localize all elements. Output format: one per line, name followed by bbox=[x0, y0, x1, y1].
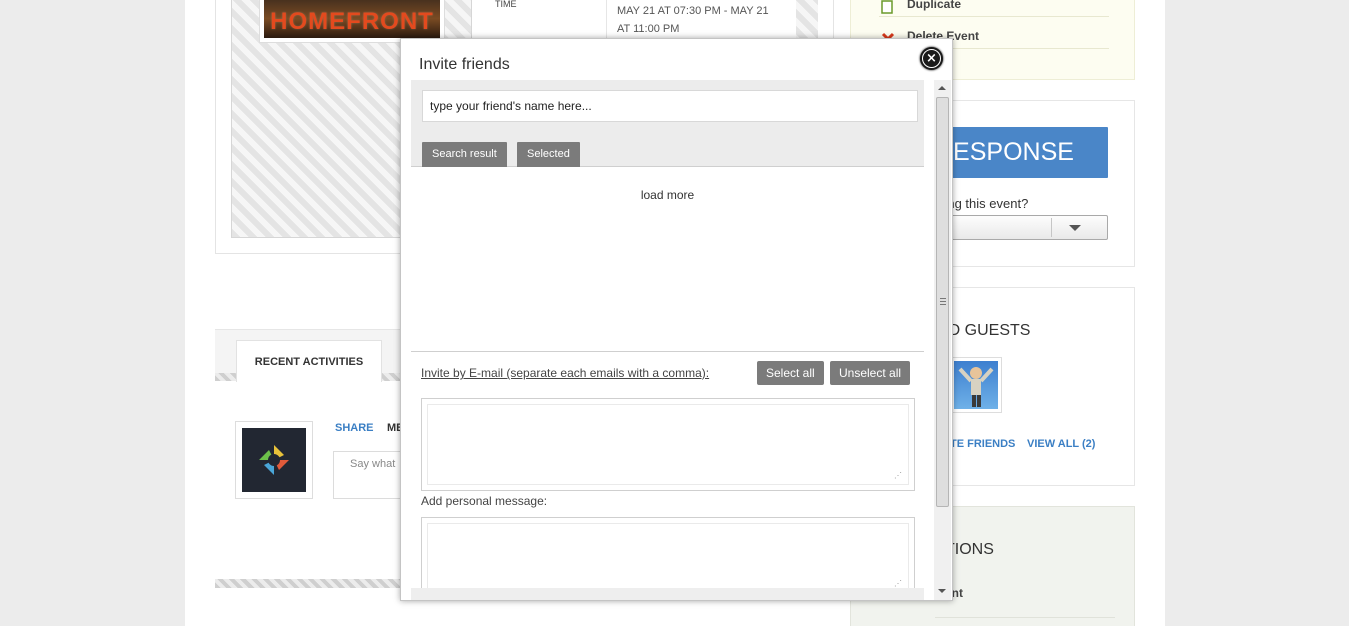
friend-search-panel: Search result Selected bbox=[411, 80, 924, 167]
load-more-link[interactable]: load more bbox=[401, 188, 934, 202]
unselect-all-button[interactable]: Unselect all bbox=[830, 361, 911, 385]
tab-search-result[interactable]: Search result bbox=[422, 142, 507, 167]
invite-friends-modal: Invite friends × Search result Selected … bbox=[400, 38, 953, 601]
scrollbar-thumb[interactable] bbox=[936, 97, 949, 507]
modal-bottom-strip bbox=[411, 588, 924, 600]
view-all-guests-link[interactable]: VIEW ALL (2) bbox=[1027, 438, 1095, 450]
guest-figure-icon bbox=[958, 367, 994, 407]
invite-friends-link[interactable]: TE FRIENDS bbox=[950, 438, 1015, 450]
select-divider bbox=[1051, 218, 1052, 237]
avatar[interactable] bbox=[235, 421, 313, 499]
modal-title: Invite friends bbox=[419, 56, 510, 73]
avatar-image bbox=[242, 428, 306, 492]
email-field[interactable] bbox=[427, 404, 909, 485]
modal-scrollbar[interactable] bbox=[934, 80, 951, 600]
time-value-line1: MAY 21 AT 07:30 PM - MAY 21 bbox=[617, 5, 769, 17]
scroll-up-icon[interactable] bbox=[938, 86, 946, 90]
invite-email-label[interactable]: Invite by E-mail (separate each emails w… bbox=[421, 366, 709, 380]
options-divider bbox=[935, 617, 1115, 618]
email-field-wrapper: ⋰ bbox=[421, 398, 915, 491]
close-icon: × bbox=[923, 50, 940, 67]
resize-grip-icon[interactable]: ⋰ bbox=[894, 472, 902, 480]
duplicate-icon bbox=[881, 0, 895, 14]
duplicate-action[interactable]: Duplicate bbox=[879, 0, 1109, 17]
event-image[interactable]: HOMEFRONT bbox=[259, 0, 445, 43]
guest-avatar[interactable] bbox=[950, 357, 1002, 413]
chevron-down-icon bbox=[1069, 225, 1081, 231]
tab-recent-activities[interactable]: RECENT ACTIVITIES bbox=[236, 340, 382, 382]
invite-divider bbox=[411, 351, 924, 352]
app-logo-icon bbox=[259, 445, 289, 475]
time-label: TIME bbox=[495, 0, 517, 9]
time-value: MAY 21 AT 07:30 PM - MAY 21 AT 11:00 PM bbox=[606, 0, 789, 38]
time-value-line2: AT 11:00 PM bbox=[617, 23, 680, 35]
tab-selected[interactable]: Selected bbox=[517, 142, 580, 167]
scrollbar-grip-icon bbox=[940, 298, 946, 305]
close-button[interactable]: × bbox=[920, 47, 943, 70]
share-link[interactable]: SHARE bbox=[335, 422, 374, 434]
friend-search-input[interactable] bbox=[422, 90, 918, 122]
personal-message-label: Add personal message: bbox=[421, 494, 548, 508]
resize-grip-icon[interactable]: ⋰ bbox=[894, 580, 902, 588]
event-logo: HOMEFRONT bbox=[264, 0, 440, 38]
scroll-down-icon[interactable] bbox=[938, 589, 946, 593]
guest-avatar-image bbox=[954, 361, 998, 409]
duplicate-label: Duplicate bbox=[907, 0, 962, 11]
select-all-button[interactable]: Select all bbox=[757, 361, 824, 385]
